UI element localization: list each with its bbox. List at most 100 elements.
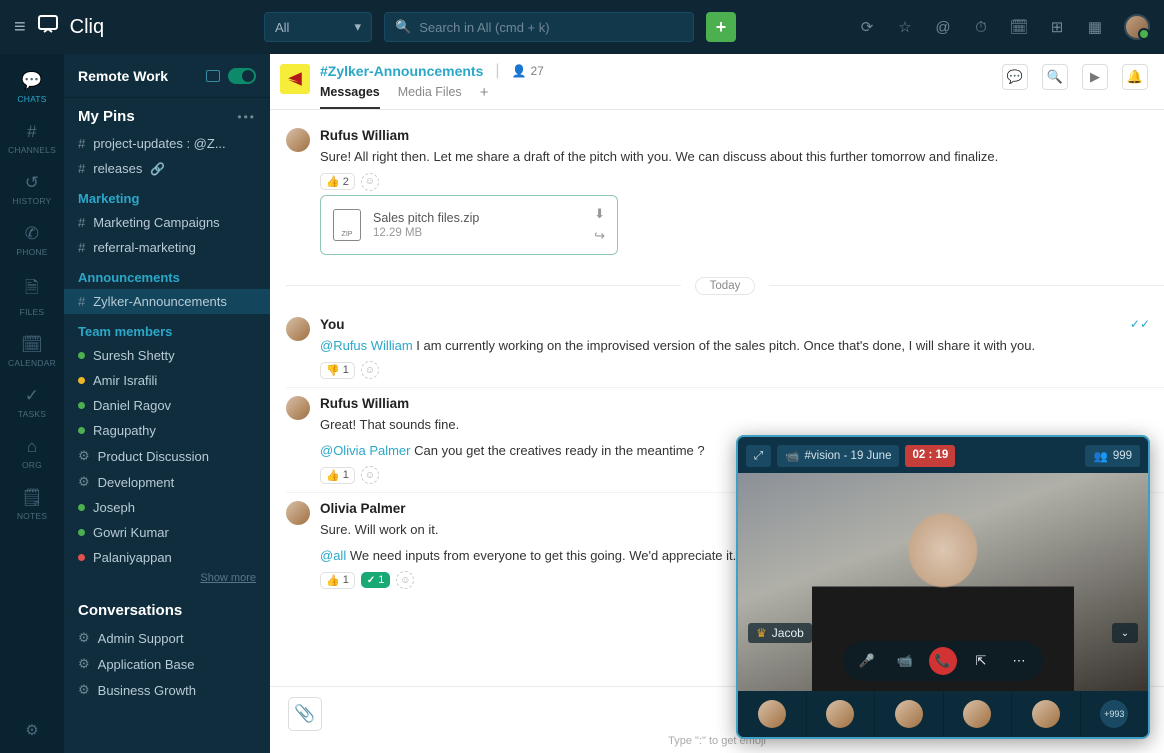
section-team[interactable]: Team members [64,314,270,343]
mention[interactable]: @Olivia Palmer [320,443,411,458]
sidebar-item[interactable]: #Marketing Campaigns [64,210,270,235]
status-dot [78,402,85,409]
participant-thumb[interactable] [807,691,876,737]
widgets-icon[interactable]: ▦ [1086,18,1104,36]
reaction[interactable]: 2 [320,173,355,190]
participant-thumb[interactable] [944,691,1013,737]
file-attachment[interactable]: Sales pitch files.zip12.29 MB⬇↪ [320,195,618,255]
avatar[interactable] [286,501,310,525]
workspace-header[interactable]: Remote Work [64,54,270,98]
video-action-icon[interactable]: ▶ [1082,64,1108,90]
tab-messages[interactable]: Messages [320,85,380,109]
participant-strip: +993 [738,691,1148,737]
attach-icon[interactable]: 📎 [288,697,322,731]
reaction[interactable]: 1 [320,467,355,484]
collapse-strip-icon[interactable]: ⌄ [1112,623,1138,643]
sidebar-item[interactable]: Palaniyappan [64,545,270,570]
at-icon[interactable]: @ [934,18,952,36]
mention[interactable]: @all [320,548,346,563]
search-action-icon[interactable]: 🔍 [1042,64,1068,90]
end-call-icon[interactable]: 📞 [929,647,957,675]
expand-icon[interactable]: ⤢ [746,445,771,467]
sidebar-item[interactable]: ⚙Business Growth [64,677,270,703]
status-toggle[interactable] [228,68,256,84]
add-reaction-icon[interactable]: ☺ [361,466,379,484]
mic-icon[interactable]: 🎤 [853,647,881,675]
sidebar-item[interactable]: #project-updates : @Z... [64,131,270,156]
sidebar-item[interactable]: ⚙Application Base [64,651,270,677]
chevron-down-icon: ▾ [354,19,361,35]
people-icon: 👥 [1093,449,1107,463]
participant-count[interactable]: 👥 999 [1085,445,1140,467]
rail-tasks[interactable]: ✓TASKS [8,377,56,428]
rail-phone[interactable]: ✆PHONE [8,215,56,266]
reaction[interactable]: 1 [320,362,355,379]
add-reaction-icon[interactable]: ☺ [361,361,379,379]
sidebar-item[interactable]: Joseph [64,495,270,520]
avatar[interactable] [286,317,310,341]
share-icon[interactable]: ↪ [594,228,605,244]
settings-icon[interactable]: ⚙ [25,707,38,753]
section-announcements[interactable]: Announcements [64,260,270,289]
reaction[interactable]: 1 [361,572,391,588]
rail-channels[interactable]: #CHANNELS [8,113,56,164]
main-panel: #Zylker-Announcements | 👤 27 Messages Me… [270,54,1164,753]
show-more-link[interactable]: Show more [64,570,270,592]
sidebar-item[interactable]: Daniel Ragov [64,393,270,418]
add-reaction-icon[interactable]: ☺ [396,571,414,589]
sidebar-item[interactable]: Gowri Kumar [64,520,270,545]
sidebar-item[interactable]: Suresh Shetty [64,343,270,368]
sidebar-item[interactable]: Ragupathy [64,418,270,443]
sidebar-item[interactable]: ⚙Product Discussion [64,443,270,469]
add-tab-icon[interactable]: + [480,84,489,109]
sidebar-item[interactable]: #Zylker-Announcements [64,289,270,314]
sidebar-item[interactable]: #referral-marketing [64,235,270,260]
sidebar-item[interactable]: Amir Israfili [64,368,270,393]
app-name: Cliq [70,16,104,39]
avatar[interactable] [286,128,310,152]
search-input[interactable]: 🔍 Search in All (cmd + k) [384,12,694,42]
screenshare-icon[interactable]: ⇱ [967,647,995,675]
add-button[interactable]: + [706,12,736,42]
mention[interactable]: @Rufus William [320,338,413,353]
video-call-panel[interactable]: ⤢ 📹 #vision - 19 June 02 : 19 👥 999 ♛ Ja… [736,435,1150,739]
refresh-icon[interactable]: ⟳ [858,18,876,36]
rail-files[interactable]: 🗎FILES [8,266,56,326]
avatar[interactable] [286,396,310,420]
camera-toggle-icon[interactable]: 📹 [891,647,919,675]
rail-history[interactable]: ↺HISTORY [8,164,56,215]
rail-chats[interactable]: 💬CHATS [8,62,56,113]
calendar-icon[interactable]: 🗓 [1010,18,1028,36]
sidebar-item[interactable]: #releases 🔗 [64,156,270,181]
reminder-icon[interactable]: ⏱ [972,18,990,36]
participant-thumb[interactable] [738,691,807,737]
rail-notes[interactable]: 🗒NOTES [8,479,56,530]
star-icon[interactable]: ☆ [896,18,914,36]
more-icon[interactable]: ••• [237,110,256,124]
profile-avatar[interactable] [1124,14,1150,40]
hash-icon: # [78,215,85,230]
more-controls-icon[interactable]: ⋯ [1005,647,1033,675]
section-marketing[interactable]: Marketing [64,181,270,210]
sidebar-item[interactable]: ⚙Admin Support [64,625,270,651]
apps-icon[interactable]: ⊞ [1048,18,1066,36]
menu-icon[interactable]: ≡ [14,16,26,39]
rail-org[interactable]: ⌂ORG [8,428,56,479]
tab-media[interactable]: Media Files [398,85,462,109]
sidebar-item[interactable]: ⚙Development [64,469,270,495]
participant-thumb[interactable] [1012,691,1081,737]
rail-calendar[interactable]: 🗓CALENDAR [8,326,56,377]
chat-action-icon[interactable]: 💬 [1002,64,1028,90]
add-reaction-icon[interactable]: ☺ [361,173,379,191]
participant-thumb[interactable] [875,691,944,737]
bell-action-icon[interactable]: 🔔 [1122,64,1148,90]
participant-more[interactable]: +993 [1081,691,1149,737]
zip-icon [333,209,361,241]
member-count[interactable]: 👤 27 [512,64,544,78]
scope-dropdown[interactable]: All ▾ [264,12,372,42]
monitor-icon[interactable] [206,70,220,82]
reaction[interactable]: 1 [320,572,355,589]
gear-icon: ⚙ [78,630,90,646]
channel-title[interactable]: #Zylker-Announcements [320,63,483,79]
download-icon[interactable]: ⬇ [594,206,605,222]
